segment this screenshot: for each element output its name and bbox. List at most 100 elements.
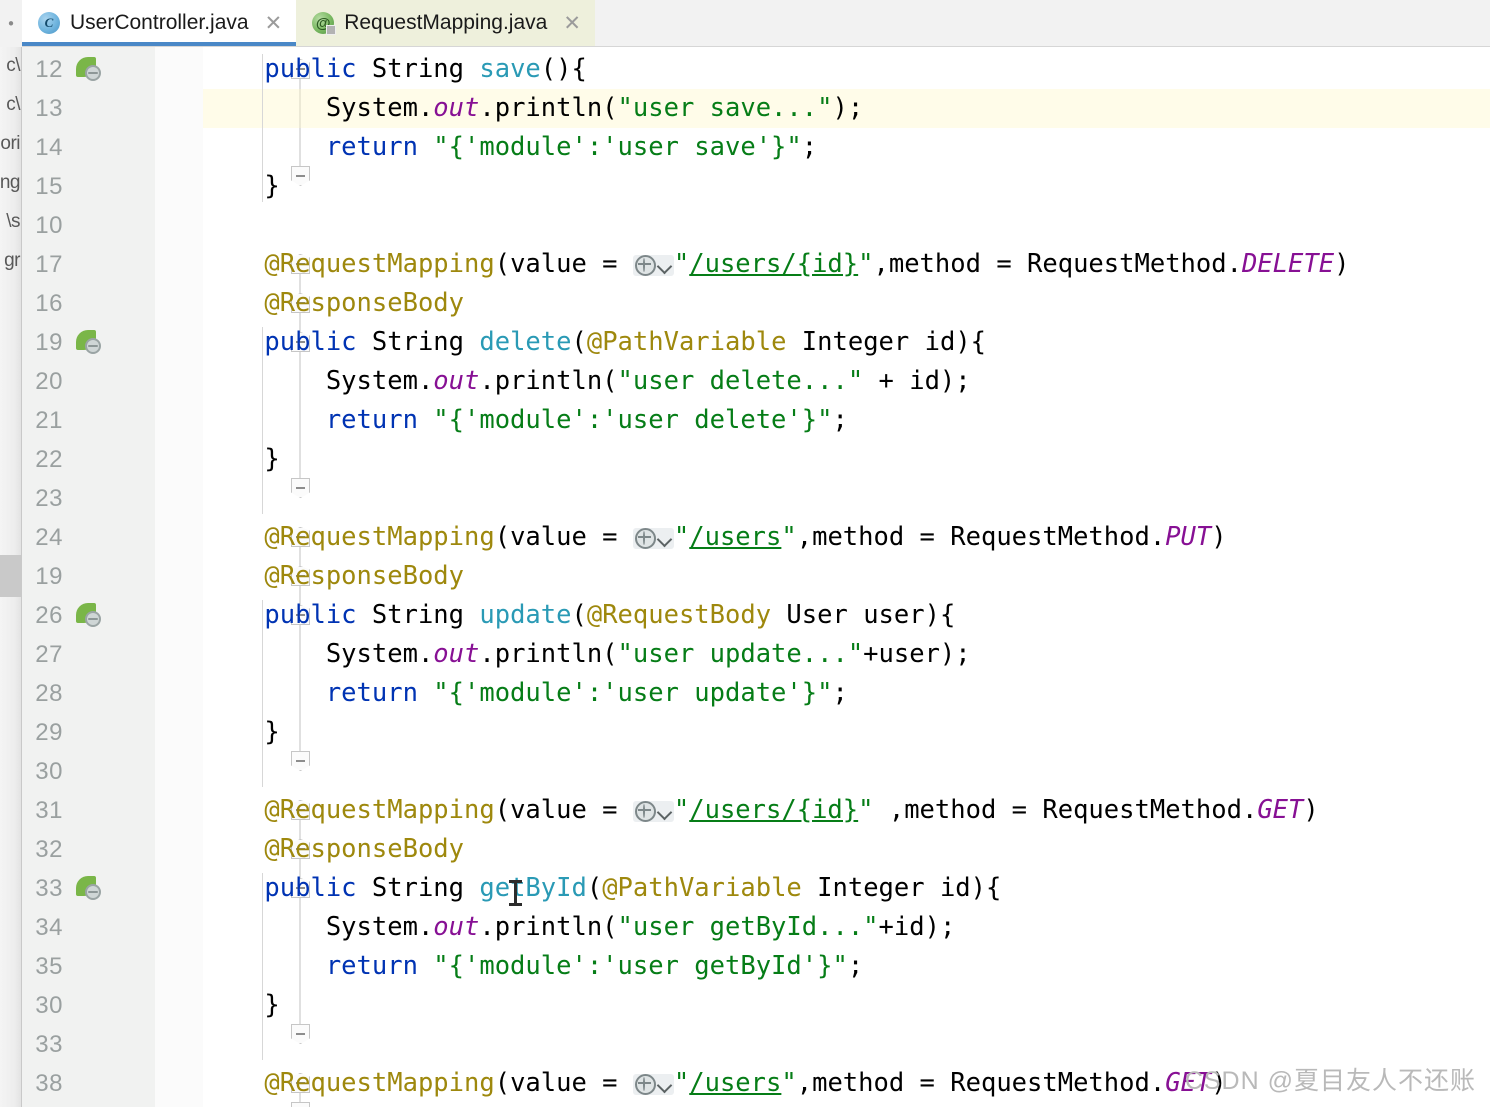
chevron-down-icon[interactable] bbox=[657, 1077, 672, 1092]
chevron-down-icon[interactable] bbox=[657, 258, 672, 273]
code-line[interactable]: public String update(@RequestBody User u… bbox=[203, 596, 955, 635]
java-class-icon: C bbox=[38, 12, 60, 34]
spring-request-mapping-gutter-icon[interactable] bbox=[76, 603, 102, 629]
code-token: } bbox=[264, 990, 280, 1020]
line-number: 22 bbox=[35, 446, 63, 473]
code-line[interactable]: @ResponseBody bbox=[203, 1103, 464, 1107]
code-line[interactable]: @ResponseBody bbox=[203, 830, 464, 869]
code-line[interactable]: @RequestMapping(value = "/users/{id}" ,m… bbox=[203, 791, 1319, 830]
code-line[interactable]: @RequestMapping(value = "/users",method … bbox=[203, 518, 1226, 557]
code-editor[interactable]: 12 13 14 15 10 17 16 19 20 21 22 23 24 19 26 27 28 29 30 31… bbox=[22, 47, 1490, 1107]
code-line[interactable]: @ResponseBody bbox=[203, 557, 464, 596]
code-content[interactable]: public String save(){ System.out.println… bbox=[203, 47, 1490, 1107]
code-token: ; bbox=[801, 132, 818, 162]
close-icon[interactable]: ✕ bbox=[563, 13, 581, 34]
string-literal: "{'module':'user save'}" bbox=[433, 132, 802, 162]
code-line[interactable]: return "{'module':'user delete'}"; bbox=[203, 401, 848, 440]
globe-url-mapping-icon[interactable] bbox=[632, 1074, 674, 1095]
code-line[interactable]: @RequestMapping(value = "/users/{id}",me… bbox=[203, 245, 1349, 284]
code-line[interactable]: @ResponseBody bbox=[203, 284, 464, 323]
string-literal: "{'module':'user delete'}" bbox=[433, 405, 833, 435]
close-icon[interactable]: ✕ bbox=[265, 13, 283, 34]
code-line[interactable]: public String save(){ bbox=[203, 50, 586, 89]
code-token: (value = bbox=[494, 1068, 633, 1098]
code-line[interactable]: @RequestMapping(value = "/users",method … bbox=[203, 1064, 1226, 1103]
code-line[interactable]: } bbox=[203, 986, 280, 1025]
tab-requestmapping-java[interactable]: @ RequestMapping.java ✕ bbox=[296, 0, 595, 46]
keyword-token: return bbox=[325, 132, 434, 162]
code-token: .println( bbox=[479, 912, 618, 942]
globe-url-mapping-icon[interactable] bbox=[632, 528, 674, 549]
code-token: System. bbox=[325, 639, 434, 669]
code-token: +user); bbox=[863, 639, 971, 669]
editor-tab-bar: • C UserController.java ✕ @ RequestMappi… bbox=[0, 0, 1490, 47]
keyword-token: public bbox=[264, 327, 372, 357]
code-line[interactable]: System.out.println("user save..."); bbox=[203, 89, 863, 128]
project-tree-fragment: \s bbox=[6, 211, 20, 232]
line-number: 21 bbox=[35, 407, 63, 434]
string-literal: "user delete..." bbox=[617, 366, 864, 396]
spring-request-mapping-gutter-icon[interactable] bbox=[76, 57, 102, 83]
chevron-down-icon[interactable] bbox=[657, 804, 672, 819]
method-name-token: getById bbox=[479, 873, 587, 903]
code-token: String bbox=[371, 873, 480, 903]
tab-usercontroller-java[interactable]: C UserController.java ✕ bbox=[22, 0, 297, 46]
vertical-scrollbar-thumb[interactable] bbox=[0, 555, 21, 597]
line-number: 35 bbox=[35, 953, 63, 980]
code-token: +id); bbox=[878, 912, 956, 942]
code-line[interactable]: } bbox=[203, 440, 279, 479]
spring-request-mapping-gutter-icon[interactable] bbox=[76, 330, 102, 356]
code-token: (value = bbox=[494, 249, 633, 279]
line-number: 29 bbox=[35, 719, 63, 746]
editor-fold-gutter[interactable] bbox=[155, 47, 310, 1107]
code-token: .println( bbox=[479, 93, 618, 123]
editor-gutter[interactable]: 12 13 14 15 10 17 16 19 20 21 22 23 24 19 26 27 28 29 30 31… bbox=[22, 47, 155, 1107]
code-line[interactable]: } bbox=[203, 713, 279, 752]
project-tree-fragment: c\ bbox=[6, 94, 20, 115]
annotation-token: @ResponseBody bbox=[264, 834, 465, 864]
constant-token: GET bbox=[1257, 795, 1304, 825]
string-literal: " bbox=[781, 1068, 797, 1098]
globe-icon bbox=[634, 1074, 656, 1095]
code-token: User user){ bbox=[771, 600, 956, 630]
code-token: ); bbox=[832, 93, 864, 123]
code-token: System. bbox=[325, 366, 434, 396]
code-line[interactable]: return "{'module':'user update'}"; bbox=[203, 674, 848, 713]
java-annotation-icon: @ bbox=[312, 12, 337, 35]
code-token: ) bbox=[1303, 795, 1319, 825]
method-name-token: delete bbox=[479, 327, 572, 357]
code-line[interactable]: } bbox=[203, 167, 279, 206]
code-line[interactable]: return "{'module':'user getById'}"; bbox=[203, 947, 863, 986]
method-name-token: update bbox=[479, 600, 572, 630]
line-number: 19 bbox=[35, 329, 63, 356]
globe-icon bbox=[634, 255, 656, 276]
globe-url-mapping-icon[interactable] bbox=[632, 801, 674, 822]
globe-url-mapping-icon[interactable] bbox=[632, 255, 674, 276]
code-token: ( bbox=[571, 327, 587, 357]
code-line[interactable]: return "{'module':'user save'}"; bbox=[203, 128, 817, 167]
code-token: .println( bbox=[479, 639, 618, 669]
url-mapping-literal: /users/{id} bbox=[689, 249, 859, 279]
globe-icon bbox=[634, 801, 656, 822]
text-cursor-ibeam bbox=[509, 880, 522, 906]
spring-request-mapping-gutter-icon[interactable] bbox=[76, 876, 102, 902]
code-line[interactable]: System.out.println("user update..."+user… bbox=[203, 635, 971, 674]
code-token: String bbox=[371, 327, 480, 357]
code-line[interactable]: public String getById(@PathVariable Inte… bbox=[203, 869, 1001, 908]
code-line[interactable]: System.out.println("user delete..." + id… bbox=[203, 362, 971, 401]
annotation-token: @RequestMapping bbox=[264, 249, 495, 279]
string-literal: " bbox=[673, 1068, 690, 1098]
annotation-token: @PathVariable bbox=[586, 327, 787, 357]
code-line[interactable]: System.out.println("user getById..."+id)… bbox=[203, 908, 955, 947]
chevron-down-icon[interactable] bbox=[657, 531, 672, 546]
indent-guide bbox=[262, 54, 264, 202]
code-line[interactable]: public String delete(@PathVariable Integ… bbox=[203, 323, 986, 362]
tab-bar-left-stub: • bbox=[0, 0, 22, 47]
